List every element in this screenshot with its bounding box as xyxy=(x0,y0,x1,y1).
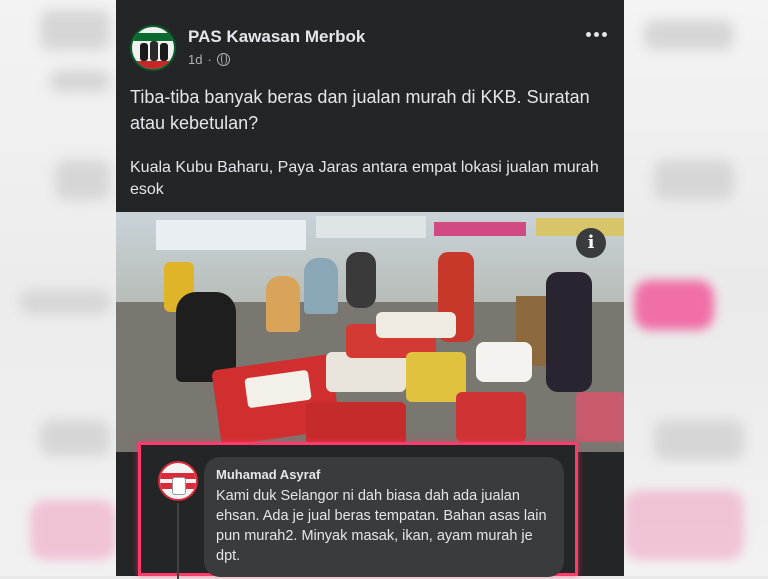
commenter-name[interactable]: Muhamad Asyraf xyxy=(216,467,320,482)
highlighted-comment: Muhamad Asyraf Kami duk Selangor ni dah … xyxy=(138,442,578,579)
page-name-link[interactable]: PAS Kawasan Merbok xyxy=(188,27,365,47)
post-time[interactable]: 1d xyxy=(188,52,202,67)
post-text: Tiba-tiba banyak beras dan jualan murah … xyxy=(130,87,590,133)
more-options-icon[interactable] xyxy=(586,28,612,40)
post-photo[interactable]: i xyxy=(116,212,624,452)
globe-icon xyxy=(216,53,230,66)
shared-link-title[interactable]: Kuala Kubu Baharu, Paya Jaras antara emp… xyxy=(130,157,600,201)
page-avatar[interactable] xyxy=(130,25,176,71)
blurred-background-left xyxy=(0,0,116,576)
post-meta: 1d · xyxy=(188,52,230,67)
info-icon[interactable]: i xyxy=(576,228,606,258)
thread-line xyxy=(177,503,179,579)
commenter-avatar[interactable] xyxy=(158,461,198,501)
comment-text: Kami duk Selangor ni dah biasa dah ada j… xyxy=(216,488,547,564)
blurred-background-right xyxy=(624,0,768,576)
comment-bubble: Muhamad Asyraf Kami duk Selangor ni dah … xyxy=(204,457,564,577)
